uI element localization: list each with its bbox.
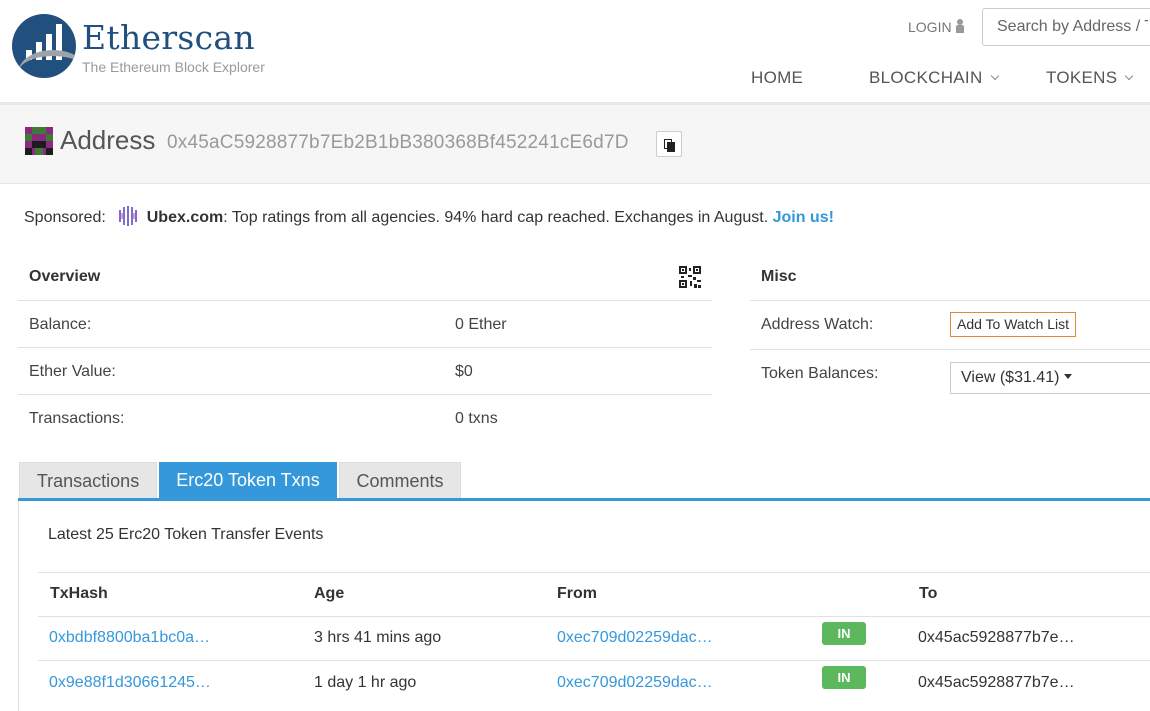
- join-us-link[interactable]: Join us!: [773, 209, 834, 226]
- tab-transactions[interactable]: Transactions: [19, 462, 157, 499]
- column-header-from: From: [557, 585, 597, 602]
- nav-blockchain-label: BLOCKCHAIN: [869, 68, 983, 87]
- to-address: 0x45ac5928877b7e…: [918, 629, 1075, 646]
- token-balances-label: Token Balances:: [761, 365, 879, 382]
- ether-value-label: Ether Value:: [29, 363, 116, 380]
- from-address-link[interactable]: 0xec709d02259dac…: [557, 674, 713, 692]
- tx-age: 3 hrs 41 mins ago: [314, 629, 442, 646]
- logo-mark-icon: [12, 14, 76, 78]
- column-header-to: To: [919, 585, 938, 602]
- to-address: 0x45ac5928877b7e…: [918, 674, 1075, 691]
- sponsored-prefix: Sponsored:: [24, 209, 106, 226]
- nav-home-label: HOME: [751, 68, 804, 87]
- txhash-link[interactable]: 0x9e88f1d30661245…: [49, 674, 211, 692]
- logo-tagline: The Ethereum Block Explorer: [82, 59, 265, 75]
- caret-down-icon: [1064, 374, 1073, 379]
- balance-value: 0 Ether: [455, 316, 507, 333]
- token-balances-dropdown[interactable]: View ($31.41): [950, 362, 1150, 394]
- add-to-watch-list-button[interactable]: Add To Watch List: [950, 312, 1077, 337]
- tab-erc20-label: Erc20 Token Txns: [176, 470, 320, 490]
- logo-name: Etherscan: [82, 18, 255, 57]
- sponsor-text: : Top ratings from all agencies. 94% har…: [223, 209, 769, 226]
- txhash-link[interactable]: 0xbdbf8800ba1bc0a…: [49, 629, 210, 647]
- from-address-link[interactable]: 0xec709d02259dac…: [557, 629, 713, 647]
- direction-badge: IN: [822, 622, 866, 645]
- nav-blockchain[interactable]: BLOCKCHAIN: [869, 68, 999, 88]
- token-balances-value: View ($31.41): [961, 369, 1060, 386]
- overview-heading: Overview: [29, 268, 101, 285]
- search-input[interactable]: [982, 8, 1150, 46]
- sponsor-brand[interactable]: Ubex.com: [147, 209, 223, 226]
- misc-heading: Misc: [761, 268, 797, 285]
- user-icon: [955, 19, 965, 33]
- chevron-down-icon: [990, 71, 999, 81]
- transactions-count: 0 txns: [455, 410, 498, 427]
- tab-erc20-token-txns[interactable]: Erc20 Token Txns: [159, 462, 337, 499]
- login-link[interactable]: LOGIN: [908, 19, 965, 35]
- chevron-down-icon: [1125, 71, 1134, 81]
- nav-tokens[interactable]: TOKENS: [1046, 68, 1134, 88]
- token-txns-caption: Latest 25 Erc20 Token Transfer Events: [48, 526, 324, 543]
- site-header: Etherscan The Ethereum Block Explorer LO…: [0, 0, 1150, 105]
- balance-label: Balance:: [29, 316, 92, 333]
- nav-tokens-label: TOKENS: [1046, 68, 1118, 87]
- address-identicon-icon: [25, 127, 53, 155]
- column-header-age: Age: [314, 585, 345, 602]
- address-watch-label: Address Watch:: [761, 316, 874, 333]
- tab-comments-label: Comments: [356, 471, 444, 491]
- tab-comments[interactable]: Comments: [339, 462, 461, 499]
- copy-address-button[interactable]: [656, 131, 682, 157]
- etherscan-logo[interactable]: Etherscan The Ethereum Block Explorer: [12, 14, 282, 84]
- address-title-bar: Address 0x45aC5928877b7Eb2B1bB380368Bf45…: [0, 105, 1150, 184]
- transactions-label: Transactions:: [29, 410, 125, 427]
- page-title: Address: [60, 125, 156, 155]
- nav-home[interactable]: HOME: [751, 68, 803, 88]
- ubex-logo-icon: [119, 206, 138, 226]
- column-header-txhash: TxHash: [50, 585, 108, 602]
- ether-value-amount: $0: [455, 363, 473, 380]
- tab-transactions-label: Transactions: [36, 471, 140, 491]
- sponsored-banner: Sponsored: Ubex.com: Top ratings from al…: [24, 205, 834, 227]
- direction-badge: IN: [822, 666, 866, 689]
- login-label: LOGIN: [908, 19, 952, 35]
- tx-age: 1 day 1 hr ago: [314, 674, 417, 691]
- address-hash: 0x45aC5928877b7Eb2B1bB380368Bf452241cE6d…: [167, 132, 629, 153]
- qr-code-icon[interactable]: [679, 266, 701, 288]
